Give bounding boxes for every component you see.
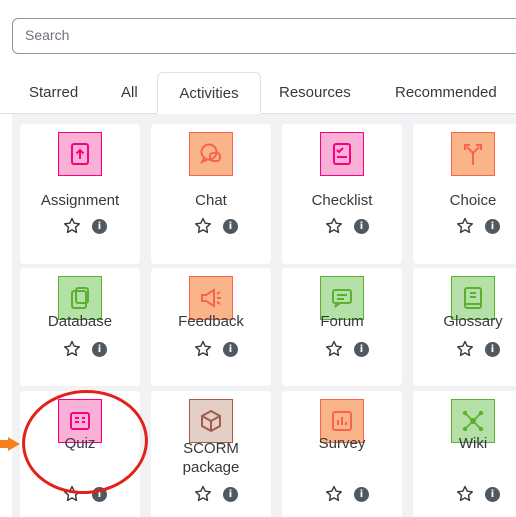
activity-card-chat[interactable]: Chat i [151, 124, 271, 264]
search-input[interactable] [25, 27, 505, 43]
star-icon[interactable] [325, 340, 343, 358]
activity-card-assignment[interactable]: Assignment i [20, 124, 140, 264]
tab-recommended[interactable]: Recommended [395, 72, 497, 114]
activity-card-forum[interactable]: Forum i [282, 268, 402, 386]
info-icon[interactable]: i [485, 219, 500, 234]
info-icon[interactable]: i [485, 342, 500, 357]
database-icon [71, 287, 89, 309]
star-icon[interactable] [456, 340, 474, 358]
star-icon[interactable] [325, 217, 343, 235]
activity-name: Survey [318, 435, 366, 452]
activity-name: Glossary [443, 313, 503, 330]
tab-starred[interactable]: Starred [29, 72, 78, 114]
activity-card-checklist[interactable]: Checklist i [282, 124, 402, 264]
info-icon[interactable]: i [485, 487, 500, 502]
activity-card-survey[interactable]: Survey i [282, 391, 402, 517]
info-icon[interactable]: i [354, 342, 369, 357]
activity-name: SCORM package [182, 440, 240, 476]
activity-name: Wiki [458, 435, 488, 452]
tab-activities[interactable]: Activities [157, 72, 261, 114]
info-icon[interactable]: i [354, 219, 369, 234]
choice-icon [464, 144, 482, 165]
info-icon[interactable]: i [223, 219, 238, 234]
activity-name: Feedback [178, 313, 244, 330]
info-icon[interactable]: i [92, 342, 107, 357]
activity-card-feedback[interactable]: Feedback i [151, 268, 271, 386]
info-icon[interactable]: i [354, 487, 369, 502]
star-icon[interactable] [194, 340, 212, 358]
activity-card-database[interactable]: Database i [20, 268, 140, 386]
activity-name: Assignment [40, 192, 120, 209]
tab-resources[interactable]: Resources [279, 72, 351, 114]
glossary-icon [464, 287, 482, 309]
annotation-arrow-icon [0, 437, 20, 451]
chat-icon-box [189, 132, 233, 176]
info-icon[interactable]: i [92, 219, 107, 234]
tab-all[interactable]: All [121, 72, 138, 114]
star-icon[interactable] [325, 485, 343, 503]
activity-card-choice[interactable]: Choice i [413, 124, 516, 264]
activity-name: Chat [195, 192, 227, 209]
activity-card-scorm-package[interactable]: SCORM package i [151, 391, 271, 517]
assignment-icon-box [58, 132, 102, 176]
star-icon[interactable] [194, 217, 212, 235]
activity-name: Checklist [311, 192, 373, 209]
assignment-icon [71, 143, 89, 165]
info-icon[interactable]: i [223, 342, 238, 357]
scorm-package-icon-box [189, 399, 233, 443]
star-icon[interactable] [456, 217, 474, 235]
activity-name: Database [47, 313, 113, 330]
survey-icon [332, 411, 352, 431]
scorm-package-icon [201, 409, 221, 433]
info-icon[interactable]: i [223, 487, 238, 502]
choice-icon-box [451, 132, 495, 176]
star-icon[interactable] [63, 340, 81, 358]
activity-name: Choice [449, 192, 497, 209]
star-icon[interactable] [63, 217, 81, 235]
search-box[interactable] [12, 18, 516, 54]
chooser-tabs: Starred All Activities Resources Recomme… [0, 72, 516, 114]
forum-icon [332, 289, 352, 308]
feedback-icon [201, 288, 221, 308]
activity-card-wiki[interactable]: Wiki i [413, 391, 516, 517]
chat-icon [199, 143, 221, 164]
wiki-icon [462, 410, 484, 432]
checklist-icon-box [320, 132, 364, 176]
star-icon[interactable] [456, 485, 474, 503]
checklist-icon [333, 143, 351, 165]
activity-card-glossary[interactable]: Glossary i [413, 268, 516, 386]
activity-name: Forum [320, 313, 364, 330]
star-icon[interactable] [194, 485, 212, 503]
